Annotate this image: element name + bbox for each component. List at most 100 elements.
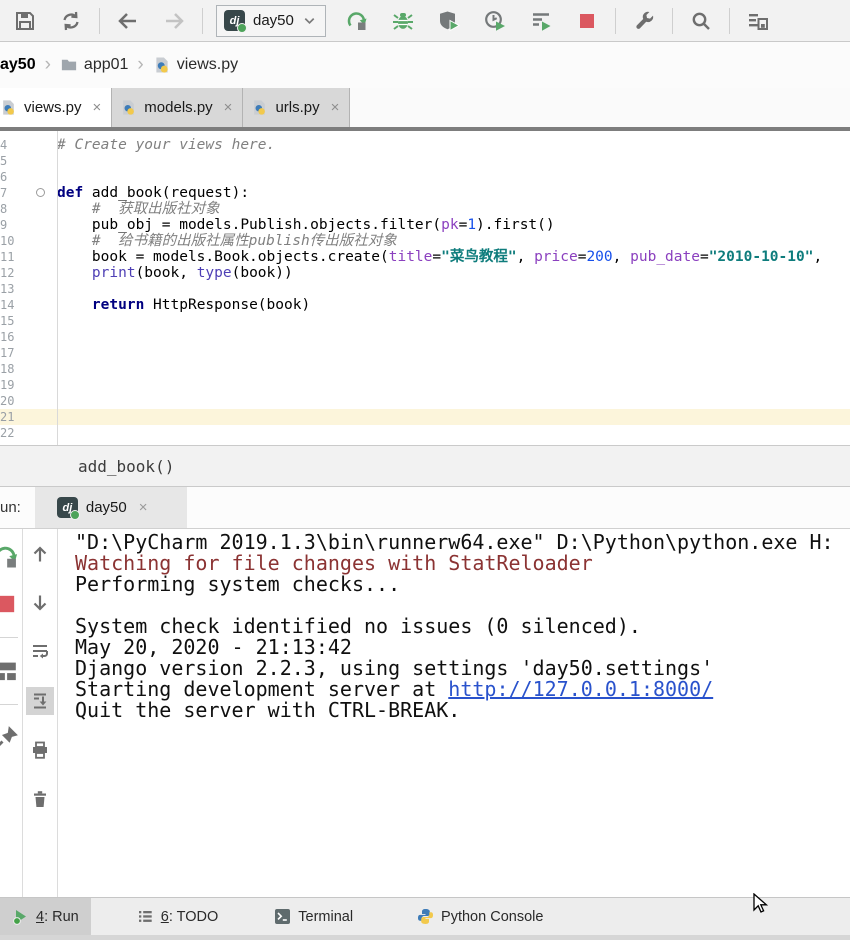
tool-window-label: Terminal: [298, 909, 353, 925]
close-tab-icon[interactable]: ×: [331, 99, 340, 116]
save-layout-button[interactable]: [735, 5, 781, 37]
code-text: # 给书籍的出版社属性publish传出版社对象: [45, 233, 397, 249]
code-line[interactable]: 17: [0, 345, 850, 361]
close-tab-icon[interactable]: ×: [224, 99, 233, 116]
wrench-icon: [632, 9, 656, 33]
rerun-icon: [345, 9, 369, 33]
code-line[interactable]: 13: [0, 281, 850, 297]
server-url-link[interactable]: http://127.0.0.1:8000/: [448, 677, 713, 701]
code-line[interactable]: 12 print(book, type(book)): [0, 265, 850, 281]
code-line[interactable]: 15: [0, 313, 850, 329]
rerun-button[interactable]: [0, 543, 20, 571]
breadcrumb-item-ay50[interactable]: ay50: [0, 56, 36, 74]
toolbar-separator: [615, 8, 616, 34]
line-number: 15: [0, 313, 45, 329]
run-config-tab[interactable]: djday50×: [35, 487, 187, 528]
line-number: 16: [0, 329, 45, 345]
breadcrumb-label: app01: [84, 56, 129, 74]
tab-views-py[interactable]: views.py×: [0, 88, 112, 127]
tool-window-python-console[interactable]: Python Console: [405, 898, 555, 935]
concurrency-button[interactable]: [518, 5, 564, 37]
stop-button[interactable]: [0, 590, 20, 618]
forward-button[interactable]: [151, 5, 197, 37]
tool-window-run[interactable]: 4: Run: [0, 898, 91, 935]
mouse-cursor: [753, 893, 773, 915]
todo-icon: [137, 908, 154, 925]
breadcrumb-item-app01[interactable]: app01: [60, 56, 129, 74]
synchronize-button[interactable]: [48, 5, 94, 37]
pin-button[interactable]: [0, 724, 20, 752]
rerun-icon: [0, 543, 20, 571]
tab-urls-py[interactable]: urls.py×: [243, 88, 350, 127]
scroll-to-end-button[interactable]: [26, 687, 54, 715]
settings-button[interactable]: [621, 5, 667, 37]
coverage-button[interactable]: [426, 5, 472, 37]
line-number: 12: [0, 265, 45, 281]
up-arrow-button[interactable]: [26, 540, 54, 568]
code-line[interactable]: 8 # 获取出版社对象: [0, 201, 850, 217]
status-bar: [0, 935, 850, 940]
search-icon: [689, 9, 713, 33]
code-line[interactable]: 10 # 给书籍的出版社属性publish传出版社对象: [0, 233, 850, 249]
line-number: 8: [0, 201, 45, 217]
back-arrow-icon: [116, 9, 140, 33]
code-line[interactable]: 5: [0, 153, 850, 169]
run-button[interactable]: [334, 5, 380, 37]
print-button[interactable]: [26, 736, 54, 764]
code-line[interactable]: 21: [0, 409, 850, 425]
tool-window-todo[interactable]: 6: TODO: [125, 898, 231, 935]
close-tab-icon[interactable]: ×: [93, 99, 102, 116]
toolbar-separator: [202, 8, 203, 34]
python-file-icon: [120, 99, 137, 116]
back-button[interactable]: [105, 5, 151, 37]
clear-all-icon: [30, 789, 50, 809]
debug-button[interactable]: [380, 5, 426, 37]
code-line[interactable]: 20: [0, 393, 850, 409]
breadcrumb-item-views-py[interactable]: views.py: [153, 56, 238, 74]
line-number: 21: [0, 409, 45, 425]
search-everywhere-button[interactable]: [678, 5, 724, 37]
toolbar-separator: [729, 8, 730, 34]
clear-all-button[interactable]: [26, 785, 54, 813]
function-breadcrumb-bar: add_book(): [0, 445, 850, 487]
console-output[interactable]: "D:\PyCharm 2019.1.3\bin\runnerw64.exe" …: [75, 532, 850, 892]
close-run-tab-icon[interactable]: ×: [139, 499, 148, 516]
tool-window-label: 4: Run: [36, 909, 79, 925]
run-configuration-combo[interactable]: djday50: [216, 5, 326, 37]
code-editor[interactable]: 4# Create your views here.567def add_boo…: [0, 131, 850, 445]
down-arrow-button[interactable]: [26, 589, 54, 617]
stop-button[interactable]: [564, 5, 610, 37]
code-line[interactable]: 18: [0, 361, 850, 377]
code-line[interactable]: 16: [0, 329, 850, 345]
print-icon: [30, 740, 50, 760]
code-text: book = models.Book.objects.create(title=…: [45, 249, 822, 265]
stop-icon: [0, 590, 20, 618]
console-line: "D:\PyCharm 2019.1.3\bin\runnerw64.exe" …: [75, 532, 850, 553]
scroll-to-end-icon: [30, 691, 50, 711]
console-line: Django version 2.2.3, using settings 'da…: [75, 658, 850, 679]
fold-marker-icon[interactable]: [36, 188, 45, 197]
console-line: [75, 595, 850, 616]
code-line[interactable]: 4# Create your views here.: [0, 137, 850, 153]
code-line[interactable]: 6: [0, 169, 850, 185]
code-line[interactable]: 7def add_book(request):: [0, 185, 850, 201]
python-icon: [417, 908, 434, 925]
coverage-icon: [437, 9, 461, 33]
stop-icon: [575, 9, 599, 33]
profiler-button[interactable]: [472, 5, 518, 37]
code-line[interactable]: 11 book = models.Book.objects.create(tit…: [0, 249, 850, 265]
console-line: System check identified no issues (0 sil…: [75, 616, 850, 637]
line-number: 22: [0, 425, 45, 441]
tool-window-label: Python Console: [441, 909, 543, 925]
tab-models-py[interactable]: models.py×: [112, 88, 243, 127]
save-all-button[interactable]: [2, 5, 48, 37]
code-line[interactable]: 9 pub_obj = models.Publish.objects.filte…: [0, 217, 850, 233]
code-line[interactable]: 19: [0, 377, 850, 393]
code-line[interactable]: 14 return HttpResponse(book): [0, 297, 850, 313]
tool-window-terminal[interactable]: Terminal: [262, 898, 365, 935]
soft-wrap-button[interactable]: [26, 638, 54, 666]
toolbar-separator: [0, 637, 18, 638]
code-line[interactable]: 22: [0, 425, 850, 441]
line-number: 19: [0, 377, 45, 393]
restore-layout-button[interactable]: [0, 657, 20, 685]
